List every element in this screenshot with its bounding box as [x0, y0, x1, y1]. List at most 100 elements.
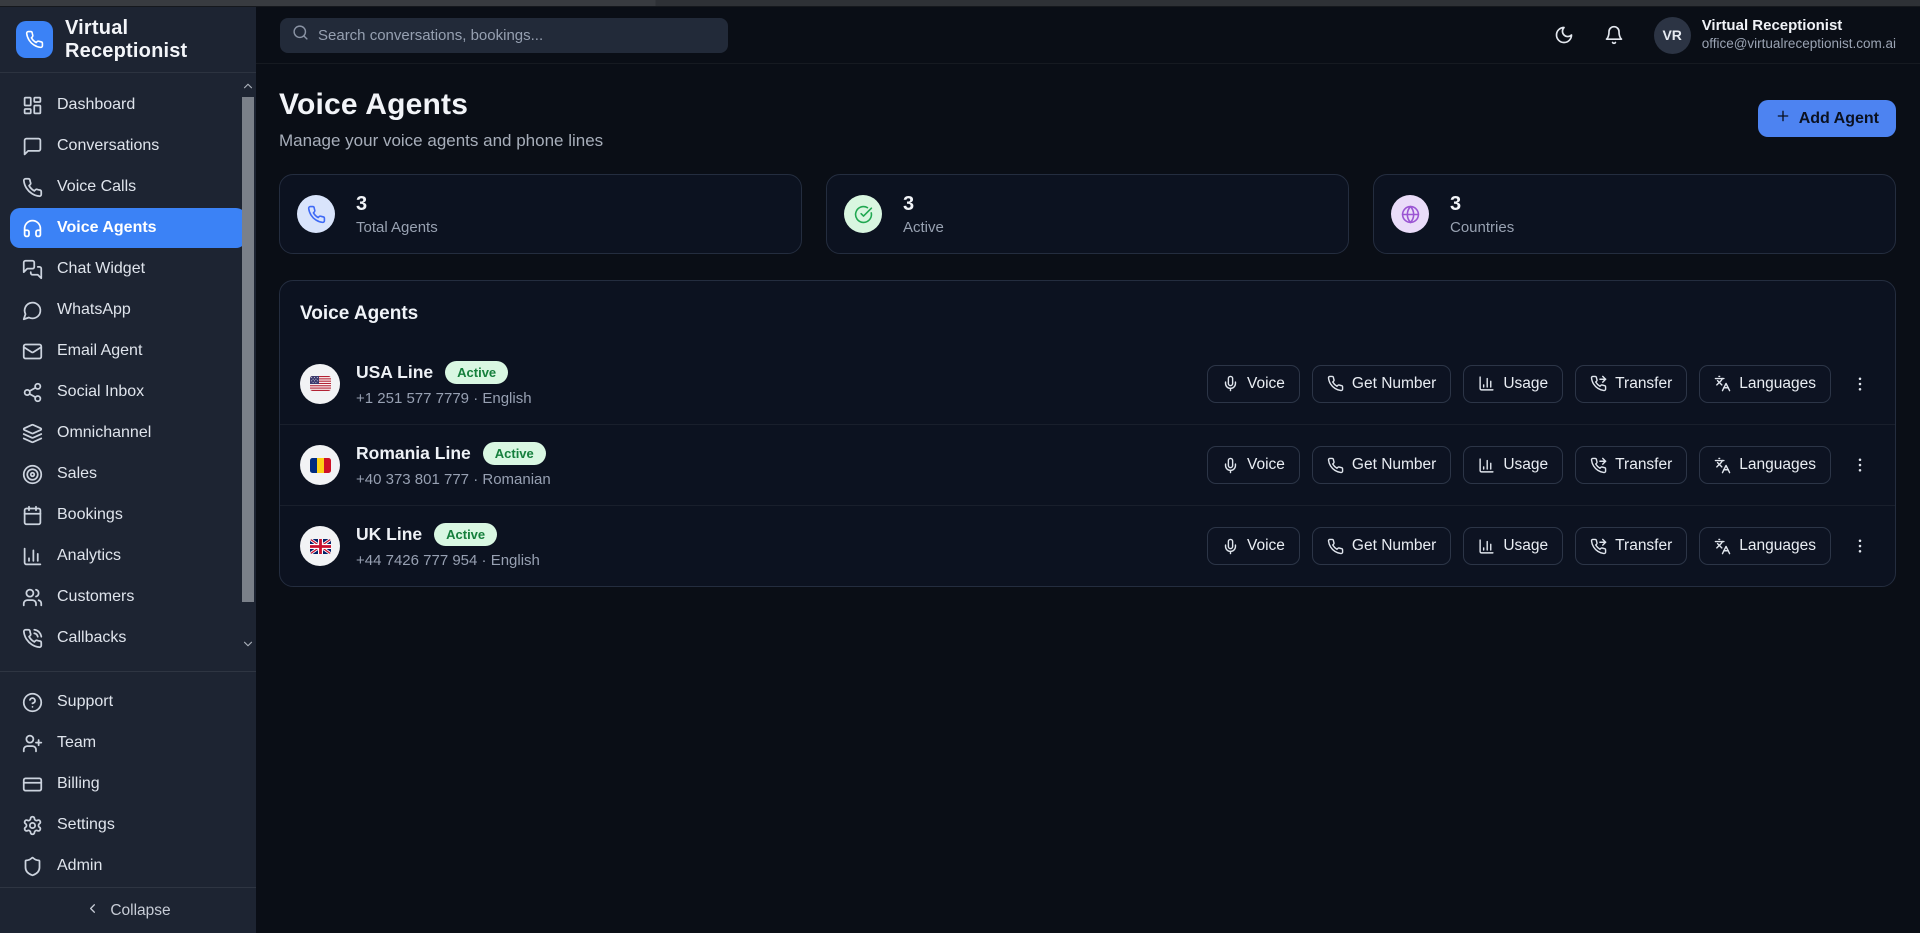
search-box[interactable]	[280, 18, 728, 53]
scrollbar-thumb[interactable]	[242, 97, 254, 602]
row-menu-button[interactable]	[1845, 446, 1875, 484]
collapse-label: Collapse	[110, 902, 170, 920]
voice-button[interactable]: Voice	[1207, 365, 1300, 403]
scroll-up-icon[interactable]	[241, 79, 255, 93]
usage-button[interactable]: Usage	[1463, 365, 1563, 403]
bar-chart-icon	[22, 546, 43, 567]
agent-row-romania-line: Romania LineActive+40 373 801 777 · Roma…	[280, 424, 1895, 505]
voice-button[interactable]: Voice	[1207, 446, 1300, 484]
sidebar-item-label: Admin	[57, 857, 102, 875]
sidebar-scrollbar[interactable]	[241, 79, 255, 654]
stat-card-countries: 3Countries	[1373, 174, 1896, 254]
usage-button[interactable]: Usage	[1463, 527, 1563, 565]
sidebar-item-sales[interactable]: Sales	[10, 454, 246, 494]
action-label: Get Number	[1352, 375, 1436, 393]
screen: Virtual Receptionist Dashboard Conversati…	[0, 0, 1920, 933]
get-number-button[interactable]: Get Number	[1312, 365, 1451, 403]
sidebar-item-callbacks[interactable]: Callbacks	[10, 618, 246, 658]
sidebar-item-customers[interactable]: Customers	[10, 577, 246, 617]
sidebar-item-label: Omnichannel	[57, 424, 151, 442]
bar-chart-icon	[1478, 538, 1495, 555]
phone-icon	[1327, 457, 1344, 474]
headphones-icon	[22, 218, 43, 239]
chat-widget-icon	[22, 259, 43, 280]
sidebar-item-omnichannel[interactable]: Omnichannel	[10, 413, 246, 453]
add-agent-button[interactable]: Add Agent	[1758, 100, 1896, 137]
user-avatar[interactable]: VR	[1654, 17, 1691, 54]
kebab-icon	[1851, 375, 1869, 393]
theme-toggle-moon-icon[interactable]	[1548, 19, 1580, 51]
sidebar-item-voice-agents[interactable]: Voice Agents	[10, 208, 246, 248]
languages-button[interactable]: Languages	[1699, 446, 1831, 484]
ro-flag-icon	[310, 458, 331, 473]
sidebar-item-email-agent[interactable]: Email Agent	[10, 331, 246, 371]
phone-callback-icon	[22, 628, 43, 649]
user-email: office@virtualreceptionist.com.ai	[1702, 36, 1896, 53]
page-subtitle: Manage your voice agents and phone lines	[279, 131, 603, 151]
languages-button[interactable]: Languages	[1699, 527, 1831, 565]
row-menu-button[interactable]	[1845, 527, 1875, 565]
sidebar-item-whatsapp[interactable]: WhatsApp	[10, 290, 246, 330]
bar-chart-icon	[1478, 457, 1495, 474]
sidebar-item-admin[interactable]: Admin	[10, 846, 246, 886]
stats-row: 3Total Agents3Active3Countries	[279, 174, 1896, 254]
collapse-button[interactable]: Collapse	[85, 901, 170, 921]
user-meta: Virtual Receptionist office@virtualrecep…	[1702, 17, 1896, 53]
sidebar-item-label: Customers	[57, 588, 134, 606]
mic-icon	[1222, 375, 1239, 392]
sidebar-item-billing[interactable]: Billing	[10, 764, 246, 804]
agent-row-usa-line: USA LineActive+1 251 577 7779 · EnglishV…	[280, 343, 1895, 424]
layers-icon	[22, 423, 43, 444]
sidebar-item-analytics[interactable]: Analytics	[10, 536, 246, 576]
row-menu-button[interactable]	[1845, 365, 1875, 403]
sidebar-item-team[interactable]: Team	[10, 723, 246, 763]
app-title: Virtual Receptionist	[65, 17, 240, 63]
sidebar-item-label: Bookings	[57, 506, 123, 524]
agent-phone-language: +44 7426 777 954 · English	[356, 552, 540, 569]
sidebar-item-label: Support	[57, 693, 113, 711]
share-icon	[22, 382, 43, 403]
gb-flag-icon	[310, 539, 331, 554]
sidebar-item-voice-calls[interactable]: Voice Calls	[10, 167, 246, 207]
agent-phone-language: +40 373 801 777 · Romanian	[356, 471, 551, 488]
stat-value: 3	[903, 193, 944, 216]
get-number-button[interactable]: Get Number	[1312, 527, 1451, 565]
kebab-icon	[1851, 537, 1869, 555]
sidebar-item-dashboard[interactable]: Dashboard	[10, 85, 246, 125]
languages-icon	[1714, 375, 1731, 392]
action-label: Voice	[1247, 537, 1285, 555]
status-badge: Active	[434, 523, 497, 546]
sidebar-item-conversations[interactable]: Conversations	[10, 126, 246, 166]
sidebar-item-settings[interactable]: Settings	[10, 805, 246, 845]
usage-button[interactable]: Usage	[1463, 446, 1563, 484]
sidebar-item-chat-widget[interactable]: Chat Widget	[10, 249, 246, 289]
transfer-button[interactable]: Transfer	[1575, 365, 1687, 403]
languages-button[interactable]: Languages	[1699, 365, 1831, 403]
sidebar-item-bookings[interactable]: Bookings	[10, 495, 246, 535]
calendar-icon	[22, 505, 43, 526]
phone-forward-icon	[1590, 538, 1607, 555]
action-label: Usage	[1503, 375, 1548, 393]
transfer-button[interactable]: Transfer	[1575, 446, 1687, 484]
us-flag-icon	[310, 376, 331, 391]
sidebar-item-label: Conversations	[57, 137, 159, 155]
get-number-button[interactable]: Get Number	[1312, 446, 1451, 484]
status-badge: Active	[445, 361, 508, 384]
stat-label: Active	[903, 219, 944, 236]
topbar: VR Virtual Receptionist office@virtualre…	[256, 7, 1920, 64]
voice-button[interactable]: Voice	[1207, 527, 1300, 565]
action-label: Languages	[1739, 375, 1816, 393]
transfer-button[interactable]: Transfer	[1575, 527, 1687, 565]
agent-phone-language: +1 251 577 7779 · English	[356, 390, 532, 407]
mic-icon	[1222, 457, 1239, 474]
search-input[interactable]	[318, 27, 716, 44]
sidebar-item-support[interactable]: Support	[10, 682, 246, 722]
sidebar-item-social-inbox[interactable]: Social Inbox	[10, 372, 246, 412]
stat-label: Countries	[1450, 219, 1514, 236]
bar-chart-icon	[1478, 375, 1495, 392]
notifications-bell-icon[interactable]	[1598, 19, 1630, 51]
scroll-down-icon[interactable]	[241, 637, 255, 651]
phone-icon	[297, 195, 335, 233]
sidebar-divider	[0, 671, 256, 672]
sidebar-item-label: Email Agent	[57, 342, 142, 360]
